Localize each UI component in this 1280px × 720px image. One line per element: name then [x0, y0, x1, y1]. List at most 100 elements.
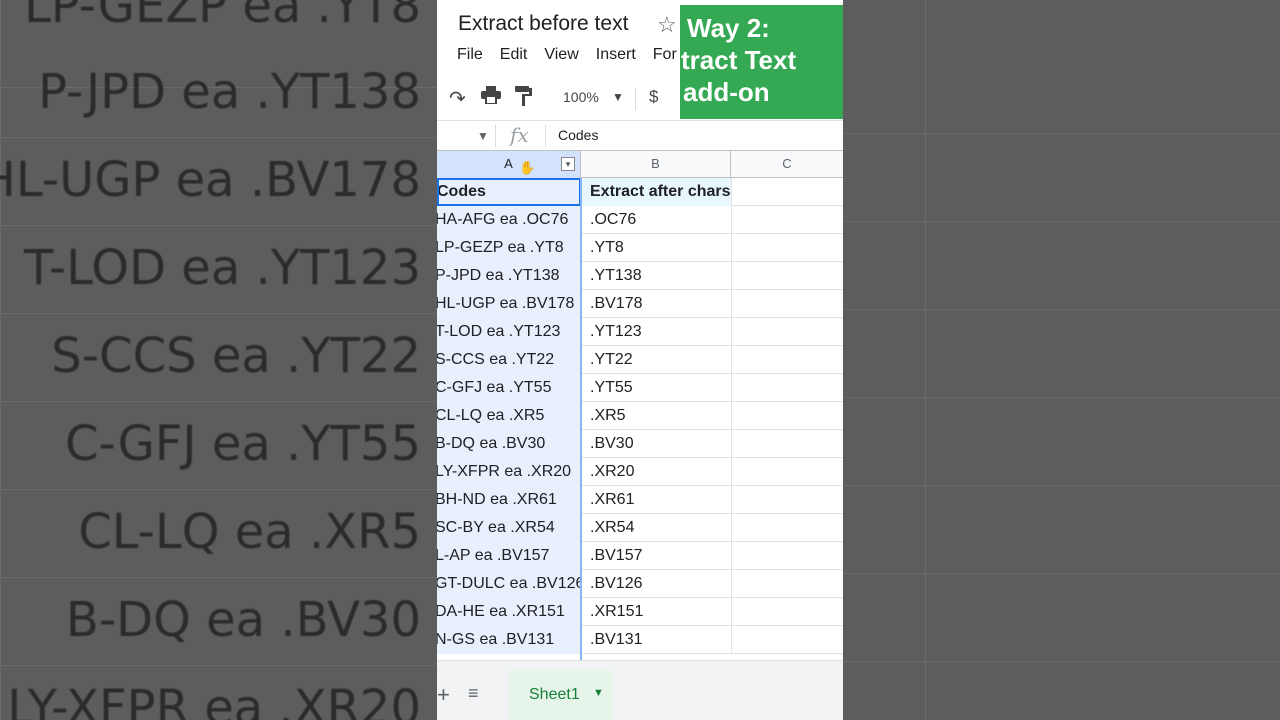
table-row: LP-GEZP ea .YT8 .YT8	[437, 234, 843, 262]
cell-c[interactable]	[731, 430, 843, 458]
bg-text: B-DQ ea .BV30	[65, 592, 421, 648]
background-right-zoom	[843, 0, 1280, 720]
cell-b[interactable]: .BV178	[581, 290, 731, 318]
table-row: DA-HE ea .XR151 .XR151	[437, 598, 843, 626]
cell-c1[interactable]	[731, 178, 843, 206]
cell-b[interactable]: .XR20	[581, 458, 731, 486]
column-header-a[interactable]: A ✋ ▾	[437, 151, 581, 178]
cell-a[interactable]: HL-UGP ea .BV178	[437, 290, 581, 318]
cell-b[interactable]: .BV131	[581, 626, 731, 654]
cell-a[interactable]: LY-XFPR ea .XR20	[437, 458, 581, 486]
chevron-down-icon[interactable]: ▼	[593, 687, 604, 699]
cell-a[interactable]: SC-BY ea .XR54	[437, 514, 581, 542]
cell-b[interactable]: .OC76	[581, 206, 731, 234]
cell-a[interactable]: B-DQ ea .BV30	[437, 430, 581, 458]
cell-c[interactable]	[731, 486, 843, 514]
cell-c[interactable]	[731, 206, 843, 234]
sheet-tab-sheet1[interactable]: Sheet1 ▼	[509, 670, 613, 720]
cell-c[interactable]	[731, 514, 843, 542]
cell-b[interactable]: .YT55	[581, 374, 731, 402]
cell-a[interactable]: DA-HE ea .XR151	[437, 598, 581, 626]
cell-a[interactable]: P-JPD ea .YT138	[437, 262, 581, 290]
bg-row: HL-UGP ea .BV178	[0, 138, 437, 226]
bg-row: S-CCS ea .YT22	[0, 314, 437, 402]
menu-format[interactable]: For	[653, 46, 677, 64]
table-row: LY-XFPR ea .XR20 .XR20	[437, 458, 843, 486]
table-row: HL-UGP ea .BV178 .BV178	[437, 290, 843, 318]
cell-a[interactable]: HA-AFG ea .OC76	[437, 206, 581, 234]
bg-row: B-DQ ea .BV30	[0, 578, 437, 666]
cell-c[interactable]	[731, 262, 843, 290]
redo-icon[interactable]: ↷	[449, 86, 466, 111]
table-row: HA-AFG ea .OC76 .OC76	[437, 206, 843, 234]
bg-row	[843, 134, 1280, 222]
cell-c[interactable]	[731, 374, 843, 402]
add-sheet-icon[interactable]: +	[437, 682, 450, 708]
menu-view[interactable]: View	[544, 46, 578, 64]
table-row: CL-LQ ea .XR5 .XR5	[437, 402, 843, 430]
cell-c[interactable]	[731, 542, 843, 570]
table-row: BH-ND ea .XR61 .XR61	[437, 486, 843, 514]
table-row: P-JPD ea .YT138 .YT138	[437, 262, 843, 290]
menu-file[interactable]: File	[457, 46, 483, 64]
cell-c[interactable]	[731, 458, 843, 486]
cell-b[interactable]: .XR61	[581, 486, 731, 514]
cell-c[interactable]	[731, 290, 843, 318]
bg-row	[843, 222, 1280, 310]
table-row: N-GS ea .BV131 .BV131	[437, 626, 843, 654]
chevron-down-icon[interactable]: ▼	[612, 90, 624, 104]
table-row: C-GFJ ea .YT55 .YT55	[437, 374, 843, 402]
cell-b[interactable]: .XR151	[581, 598, 731, 626]
formula-input[interactable]: Codes	[558, 127, 598, 143]
paint-format-icon[interactable]	[515, 86, 533, 112]
cell-c[interactable]	[731, 346, 843, 374]
cell-b[interactable]: .YT22	[581, 346, 731, 374]
cell-c[interactable]	[731, 570, 843, 598]
menu-insert[interactable]: Insert	[596, 46, 636, 64]
cell-c[interactable]	[731, 318, 843, 346]
cell-a[interactable]: N-GS ea .BV131	[437, 626, 581, 654]
cell-b[interactable]: .YT8	[581, 234, 731, 262]
cell-c[interactable]	[731, 598, 843, 626]
cell-a[interactable]: S-CCS ea .YT22	[437, 346, 581, 374]
way-2-banner: Way 2: tract Text add-on	[680, 5, 843, 119]
bg-text: LY-XFPR ea .XR20	[7, 680, 421, 720]
cell-b[interactable]: .YT138	[581, 262, 731, 290]
zoom-select[interactable]: 100%	[563, 89, 599, 105]
print-icon[interactable]	[481, 86, 501, 110]
cell-b[interactable]: .XR54	[581, 514, 731, 542]
cell-b1[interactable]: Extract after chars	[581, 178, 731, 206]
column-menu-icon[interactable]: ▾	[561, 157, 575, 171]
currency-format-button[interactable]: $	[649, 87, 658, 107]
cell-a[interactable]: L-AP ea .BV157	[437, 542, 581, 570]
document-title[interactable]: Extract before text	[458, 12, 628, 36]
cell-b[interactable]: .YT123	[581, 318, 731, 346]
cell-b[interactable]: .XR5	[581, 402, 731, 430]
cell-b[interactable]: .BV126	[581, 570, 731, 598]
bg-text: P-JPD ea .YT138	[38, 64, 421, 120]
cell-a[interactable]: C-GFJ ea .YT55	[437, 374, 581, 402]
cell-a[interactable]: BH-ND ea .XR61	[437, 486, 581, 514]
cell-c[interactable]	[731, 234, 843, 262]
bg-text: C-GFJ ea .YT55	[65, 416, 421, 472]
bg-row: C-GFJ ea .YT55	[0, 402, 437, 490]
name-box-dropdown-icon[interactable]: ▼	[477, 129, 489, 143]
cell-a1[interactable]: Codes	[437, 178, 581, 206]
formula-bar: ▼ fx Codes	[437, 120, 843, 150]
bg-text: S-CCS ea .YT22	[51, 328, 421, 384]
cell-b[interactable]: .BV30	[581, 430, 731, 458]
cell-a[interactable]: LP-GEZP ea .YT8	[437, 234, 581, 262]
column-header-b[interactable]: B	[581, 151, 731, 178]
menu-edit[interactable]: Edit	[500, 46, 528, 64]
star-icon[interactable]: ☆	[657, 12, 677, 38]
column-header-c[interactable]: C	[731, 151, 843, 178]
table-row: GT-DULC ea .BV126 .BV126	[437, 570, 843, 598]
cell-c[interactable]	[731, 626, 843, 654]
cell-b[interactable]: .BV157	[581, 542, 731, 570]
cell-a[interactable]: CL-LQ ea .XR5	[437, 402, 581, 430]
cell-a[interactable]: GT-DULC ea .BV126	[437, 570, 581, 598]
all-sheets-icon[interactable]: ≡	[468, 683, 479, 704]
cell-a[interactable]: T-LOD ea .YT123	[437, 318, 581, 346]
horizontal-scrollbar[interactable]	[437, 660, 843, 670]
cell-c[interactable]	[731, 402, 843, 430]
